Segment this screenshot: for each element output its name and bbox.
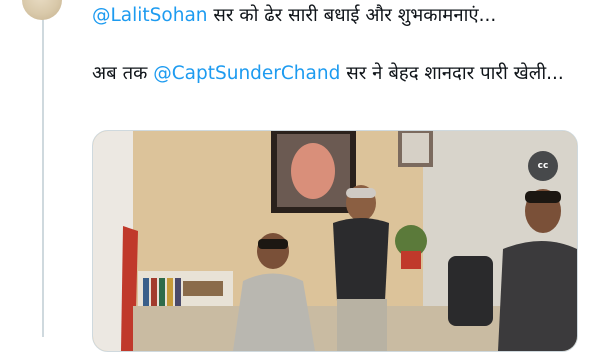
seated-man-shirt [233, 273, 315, 351]
tweet-paragraph-2: अब तक @CaptSunderChand सर ने बेहद शानदार… [92, 60, 582, 87]
mention-captsunderchand[interactable]: @CaptSunderChand [153, 63, 340, 84]
office-chair [448, 256, 493, 326]
seated-man-head [257, 233, 289, 269]
tweet-line-1-text: सर को ढेर सारी बधाई और शुभकामनाएं... [207, 5, 497, 26]
small-frame-inner [402, 133, 429, 163]
clapping-man-hair [525, 191, 561, 203]
thread-line [42, 0, 44, 337]
standing-man-vest [333, 218, 389, 301]
tweet-line-2-prefix: अब तक [92, 63, 154, 84]
standing-man-hair [346, 188, 376, 198]
seated-man-hair [258, 239, 288, 249]
tweet-line-1: @LalitSohan सर को ढेर सारी बधाई और शुभका… [92, 2, 496, 29]
video-frame [93, 131, 577, 351]
closed-captions-icon[interactable]: cc [528, 151, 558, 181]
standing-man-trousers [337, 299, 387, 351]
tweet-line-2-rest: सर ने बेहद शानदार पारी खेली... [340, 63, 564, 84]
plant-pot [401, 251, 421, 269]
box [183, 281, 223, 296]
video-player[interactable]: cc [92, 130, 578, 352]
clapping-man-shirt [498, 241, 577, 351]
author-avatar[interactable] [22, 0, 62, 20]
painting-figure [291, 143, 335, 199]
mention-lalitsohan[interactable]: @LalitSohan [92, 5, 208, 26]
